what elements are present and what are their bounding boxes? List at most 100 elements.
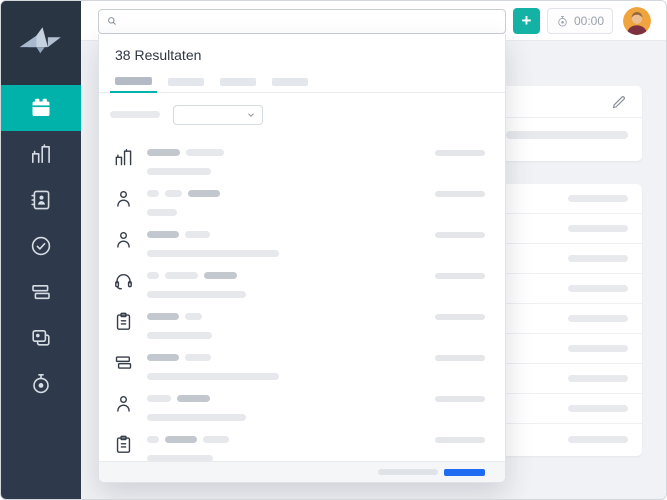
stopwatch-icon bbox=[556, 15, 569, 28]
clipboard-icon bbox=[113, 434, 137, 461]
text-bar bbox=[147, 414, 246, 421]
text-bar bbox=[165, 190, 182, 197]
table-row bbox=[498, 304, 642, 334]
result-item-2-person[interactable] bbox=[99, 177, 505, 218]
result-text-placeholder bbox=[147, 395, 246, 423]
text-bar bbox=[203, 436, 229, 443]
sidebar-item-companies[interactable] bbox=[1, 131, 81, 177]
text-line-1 bbox=[147, 272, 246, 279]
sidebar-item-calendar[interactable] bbox=[1, 85, 81, 131]
text-bar bbox=[204, 272, 237, 279]
timer-button[interactable]: 00:00 bbox=[547, 8, 613, 34]
tab-label-placeholder bbox=[115, 77, 152, 85]
stacked-cards-icon bbox=[113, 352, 137, 382]
row-text-placeholder bbox=[568, 285, 628, 292]
text-bar bbox=[147, 250, 279, 257]
show-all-results-placeholder[interactable] bbox=[444, 469, 485, 476]
table-row bbox=[498, 244, 642, 274]
text-bar bbox=[147, 168, 211, 175]
edit-pencil-icon[interactable] bbox=[610, 93, 628, 111]
results-tab-2[interactable] bbox=[168, 78, 204, 93]
sidebar-item-tasks[interactable] bbox=[1, 223, 81, 269]
result-item-6-stacked-cards[interactable] bbox=[99, 341, 505, 382]
results-tab-1[interactable] bbox=[110, 77, 157, 93]
text-bar bbox=[165, 272, 198, 279]
tab-label-placeholder bbox=[168, 78, 204, 86]
detail-card bbox=[498, 86, 642, 161]
meta-placeholder bbox=[435, 355, 485, 361]
filter-label-placeholder bbox=[110, 111, 160, 118]
text-bar bbox=[147, 231, 179, 238]
text-bar bbox=[147, 313, 179, 320]
buildings-icon bbox=[29, 142, 53, 166]
text-bar bbox=[165, 436, 197, 443]
sidebar-item-time-tracking[interactable] bbox=[1, 361, 81, 407]
sidebar-item-conversations[interactable] bbox=[1, 315, 81, 361]
footer-text-placeholder bbox=[378, 469, 438, 475]
results-list bbox=[99, 136, 505, 461]
headset-icon bbox=[113, 270, 137, 300]
chevron-down-icon bbox=[245, 109, 257, 121]
app-logo[interactable] bbox=[1, 1, 81, 85]
text-line-1 bbox=[147, 190, 220, 197]
result-item-7-person[interactable] bbox=[99, 382, 505, 423]
table-row bbox=[498, 274, 642, 304]
row-text-placeholder bbox=[568, 255, 628, 262]
avatar[interactable] bbox=[623, 7, 651, 35]
result-item-3-person[interactable] bbox=[99, 218, 505, 259]
text-bar bbox=[147, 354, 179, 361]
result-text-placeholder bbox=[147, 313, 212, 341]
address-book-icon bbox=[29, 188, 53, 212]
result-item-5-clipboard[interactable] bbox=[99, 300, 505, 341]
meta-placeholder bbox=[435, 191, 485, 197]
meta-placeholder bbox=[435, 150, 485, 156]
table-row bbox=[498, 364, 642, 394]
add-button[interactable]: + bbox=[513, 8, 540, 34]
table-row bbox=[498, 334, 642, 364]
results-tab-4[interactable] bbox=[272, 78, 308, 93]
text-bar bbox=[147, 190, 159, 197]
sidebar-item-contacts[interactable] bbox=[1, 177, 81, 223]
text-bar bbox=[186, 149, 224, 156]
table-row bbox=[498, 394, 642, 424]
stopwatch-icon bbox=[29, 372, 53, 396]
text-bar bbox=[185, 231, 210, 238]
meta-placeholder bbox=[435, 232, 485, 238]
text-bar bbox=[147, 436, 159, 443]
result-text-placeholder bbox=[147, 272, 246, 300]
row-text-placeholder bbox=[568, 345, 628, 352]
buildings-icon bbox=[113, 147, 137, 177]
chat-frames-icon bbox=[29, 326, 53, 350]
search-input[interactable] bbox=[98, 9, 506, 34]
result-item-4-headset[interactable] bbox=[99, 259, 505, 300]
meta-placeholder bbox=[435, 314, 485, 320]
text-bar bbox=[147, 209, 177, 216]
meta-placeholder bbox=[435, 396, 485, 402]
row-text-placeholder bbox=[568, 225, 628, 232]
sidebar-item-invoices[interactable] bbox=[1, 269, 81, 315]
text-line-2 bbox=[147, 449, 229, 461]
text-bar bbox=[147, 272, 159, 279]
stacked-cards-icon bbox=[29, 280, 53, 304]
text-line-1 bbox=[147, 231, 279, 238]
results-footer bbox=[99, 461, 505, 482]
result-text-placeholder bbox=[147, 231, 279, 259]
text-line-1 bbox=[147, 395, 246, 402]
results-header: 38 Resultaten bbox=[99, 34, 505, 93]
result-item-1-buildings[interactable] bbox=[99, 136, 505, 177]
text-bar bbox=[147, 395, 171, 402]
result-text-placeholder bbox=[147, 190, 220, 218]
result-item-8-clipboard[interactable] bbox=[99, 423, 505, 461]
result-text-placeholder bbox=[147, 436, 229, 461]
results-tab-3[interactable] bbox=[220, 78, 256, 93]
person-icon bbox=[113, 229, 137, 259]
person-icon bbox=[113, 188, 137, 218]
text-bar bbox=[147, 455, 213, 461]
filter-select[interactable] bbox=[173, 105, 263, 125]
row-text-placeholder bbox=[568, 436, 628, 443]
text-bar bbox=[177, 395, 210, 402]
detail-text-placeholder bbox=[506, 131, 628, 139]
search-results-dropdown: 38 Resultaten bbox=[98, 34, 506, 483]
calendar-icon bbox=[29, 96, 53, 120]
text-bar bbox=[185, 354, 211, 361]
